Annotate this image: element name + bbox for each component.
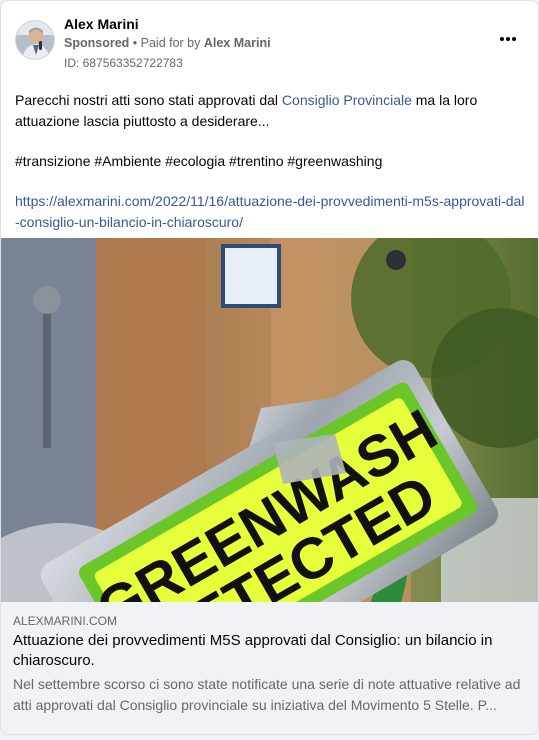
more-options-button[interactable] <box>496 29 520 49</box>
paid-for-name: Alex Marini <box>203 36 271 50</box>
author-name[interactable]: Alex Marini <box>64 16 139 32</box>
post-header: Alex Marini Sponsored • Paid for by Alex… <box>1 1 538 77</box>
post-message-text-start: Parecchi nostri atti sono stati approvat… <box>15 92 282 108</box>
post-message: Parecchi nostri atti sono stati approvat… <box>15 90 527 132</box>
greenwash-sign-photo: GREENWASH DETECTED <box>1 238 538 602</box>
link-preview-domain: ALEXMARINI.COM <box>13 614 118 628</box>
consiglio-provinciale-link[interactable]: Consiglio Provinciale <box>282 92 412 108</box>
paid-for-prefix: Paid for by <box>140 36 204 50</box>
post-hashtags: #transizione #Ambiente #ecologia #trenti… <box>15 153 383 169</box>
avatar[interactable] <box>15 20 55 60</box>
link-preview[interactable]: ALEXMARINI.COM Attuazione dei provvedime… <box>1 602 538 734</box>
ad-id: ID: 687563352722783 <box>64 56 183 70</box>
post-image[interactable]: GREENWASH DETECTED <box>1 238 538 602</box>
more-horizontal-icon <box>500 37 516 41</box>
link-preview-description: Nel settembre scorso ci sono state notif… <box>13 676 521 713</box>
meta-separator: • <box>129 36 141 50</box>
post-body: Parecchi nostri atti sono stati approvat… <box>15 90 527 252</box>
sponsored-label[interactable]: Sponsored <box>64 36 129 50</box>
ad-post-card: Alex Marini Sponsored • Paid for by Alex… <box>0 0 539 735</box>
post-url-link[interactable]: https://alexmarini.com/2022/11/16/attuaz… <box>15 191 527 233</box>
sponsored-meta: Sponsored • Paid for by Alex Marini <box>64 36 271 50</box>
avatar-photo <box>16 21 54 59</box>
link-preview-title[interactable]: Attuazione dei provvedimenti M5S approva… <box>13 631 526 671</box>
